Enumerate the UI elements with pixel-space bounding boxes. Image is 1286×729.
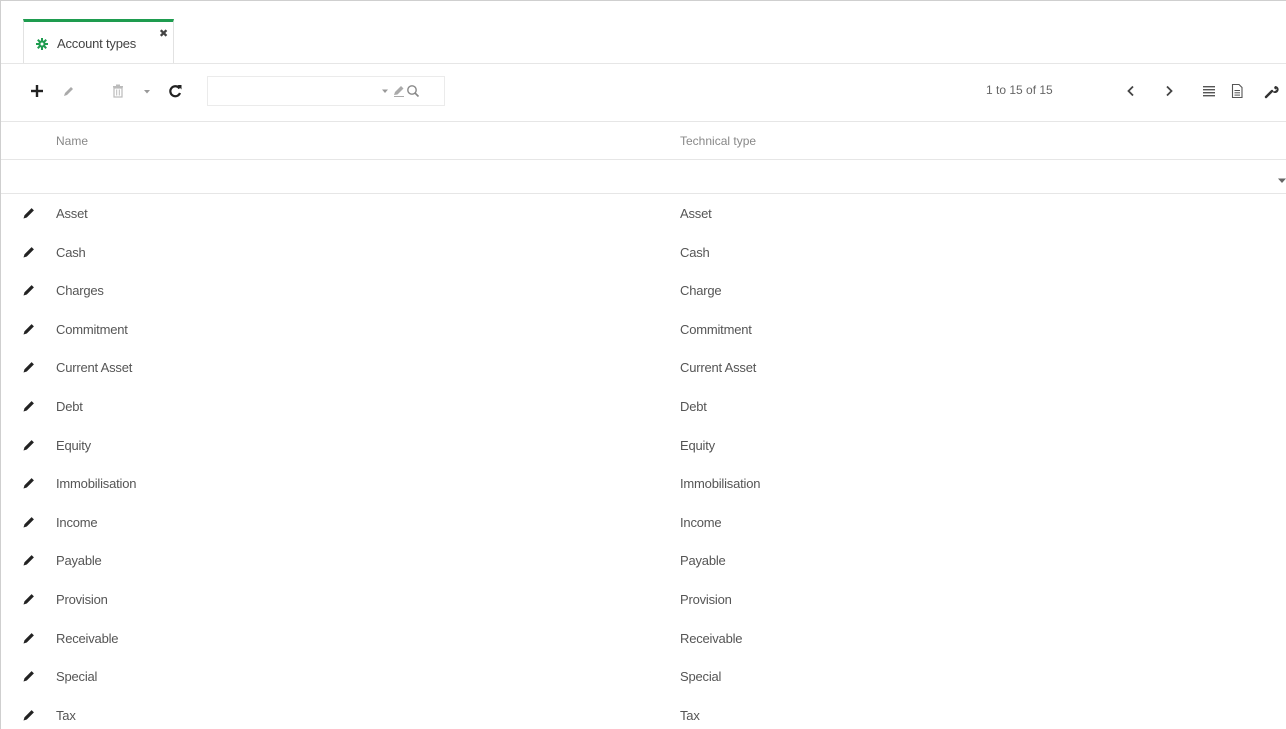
wrench-icon (1264, 85, 1279, 99)
eraser-icon (394, 86, 404, 97)
cell-technical-type: Commitment (680, 321, 752, 337)
cell-name: Tax (56, 707, 76, 723)
cell-technical-type: Receivable (680, 630, 743, 646)
filter-dropdown[interactable] (1277, 173, 1286, 188)
cell-name: Provision (56, 591, 108, 607)
table-row[interactable]: Immobilisation Immobilisation (1, 464, 1286, 503)
pencil-icon[interactable] (22, 708, 36, 725)
tab-account-types[interactable]: Account types ✖ (23, 19, 174, 63)
cell-technical-type: Provision (680, 591, 732, 607)
pencil-icon[interactable] (22, 360, 36, 377)
pencil-icon[interactable] (22, 245, 36, 262)
next-page-button[interactable] (1163, 82, 1175, 100)
pencil-icon[interactable] (22, 206, 36, 223)
cell-technical-type: Payable (680, 553, 726, 569)
trash-icon (113, 84, 123, 98)
cell-technical-type: Income (680, 514, 722, 530)
tab-bar: Account types ✖ (1, 1, 1286, 64)
table-row[interactable]: Receivable Receivable (1, 619, 1286, 658)
tools-button[interactable] (1264, 82, 1280, 100)
edit-button[interactable] (61, 82, 75, 100)
pencil-icon[interactable] (22, 592, 36, 609)
cell-technical-type: Tax (680, 707, 700, 723)
form-view-button[interactable] (1230, 82, 1244, 100)
chevron-right-icon (1166, 85, 1173, 97)
previous-page-button[interactable] (1125, 82, 1137, 100)
search-options-dropdown[interactable] (380, 84, 390, 101)
app-window: Account types ✖ 1 to 15 of 15 Name Techn… (0, 0, 1286, 729)
search-button[interactable] (406, 84, 420, 101)
search-box (207, 76, 445, 106)
refresh-button[interactable] (167, 82, 183, 100)
cell-technical-type: Equity (680, 437, 715, 453)
pencil-icon[interactable] (22, 515, 36, 532)
cell-technical-type: Immobilisation (680, 476, 761, 492)
tab-title: Account types (57, 36, 137, 51)
pencil-icon[interactable] (22, 399, 36, 416)
pencil-icon[interactable] (22, 476, 36, 493)
pencil-icon[interactable] (22, 322, 36, 339)
delete-dropdown[interactable] (142, 82, 152, 100)
pencil-icon[interactable] (22, 553, 36, 570)
pencil-icon[interactable] (22, 669, 36, 686)
table-row[interactable]: Payable Payable (1, 541, 1286, 580)
refresh-icon (169, 85, 182, 98)
add-button[interactable] (30, 82, 44, 100)
cell-name: Special (56, 669, 98, 685)
table-row[interactable]: Provision Provision (1, 580, 1286, 619)
cell-name: Payable (56, 553, 102, 569)
close-icon[interactable]: ✖ (159, 27, 168, 40)
chevron-left-icon (1127, 85, 1134, 97)
table-row[interactable]: Tax Tax (1, 696, 1286, 729)
caret-down-icon (382, 89, 388, 93)
clear-search-button[interactable] (392, 84, 406, 101)
table-row[interactable]: Debt Debt (1, 387, 1286, 426)
search-icon (407, 85, 420, 98)
search-input[interactable] (212, 80, 366, 104)
cell-name: Asset (56, 206, 88, 221)
table-row[interactable]: Special Special (1, 657, 1286, 696)
caret-down-icon (144, 90, 150, 94)
delete-button[interactable] (111, 82, 125, 100)
cell-name: Commitment (56, 321, 128, 337)
table-row[interactable]: Income Income (1, 503, 1286, 542)
cell-technical-type: Charge (680, 283, 722, 299)
cell-name: Income (56, 514, 98, 530)
table-row[interactable]: Equity Equity (1, 426, 1286, 465)
pencil-icon (64, 87, 73, 96)
table-row[interactable]: Charges Charge (1, 271, 1286, 310)
pencil-icon[interactable] (22, 438, 36, 455)
table-row[interactable]: Asset Asset (1, 194, 1286, 233)
cell-name: Charges (56, 283, 104, 299)
cell-technical-type: Debt (680, 398, 707, 414)
cell-technical-type: Current Asset (680, 360, 757, 376)
document-icon (1231, 83, 1243, 99)
cell-technical-type: Cash (680, 244, 710, 260)
list-view-button[interactable] (1202, 82, 1216, 100)
cell-name: Equity (56, 437, 91, 453)
cell-technical-type: Special (680, 669, 722, 685)
pencil-icon[interactable] (22, 631, 36, 648)
cell-name: Current Asset (56, 360, 133, 376)
table-header: Name Technical type (1, 121, 1286, 160)
caret-down-icon (1278, 178, 1286, 183)
column-header-name[interactable]: Name (56, 134, 88, 148)
table-row[interactable]: Cash Cash (1, 233, 1286, 272)
cell-name: Receivable (56, 630, 119, 646)
plus-icon (31, 85, 43, 97)
cell-name: Debt (56, 398, 83, 414)
table-row[interactable]: Current Asset Current Asset (1, 348, 1286, 387)
column-header-technical-type[interactable]: Technical type (680, 134, 756, 148)
filter-row (1, 159, 1286, 194)
pagination-info: 1 to 15 of 15 (986, 83, 1053, 97)
toolbar: 1 to 15 of 15 (1, 63, 1286, 122)
gear-icon (36, 38, 48, 52)
pencil-icon[interactable] (22, 283, 36, 300)
cell-name: Immobilisation (56, 476, 137, 492)
list-icon (1203, 86, 1215, 97)
cell-technical-type: Asset (680, 206, 712, 221)
cell-name: Cash (56, 244, 86, 260)
table-body: Asset Asset Cash Cash Charges Charge Com… (1, 194, 1286, 729)
table-row[interactable]: Commitment Commitment (1, 310, 1286, 349)
